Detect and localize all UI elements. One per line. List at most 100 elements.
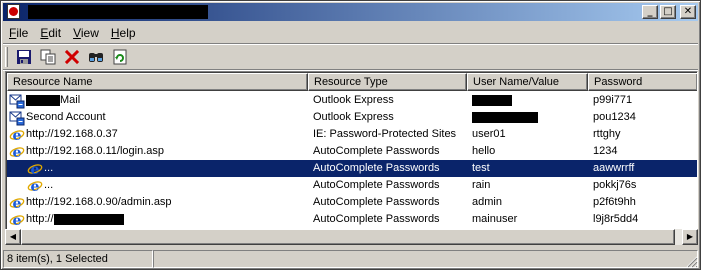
ie-icon: e	[9, 127, 25, 143]
cell-user-name	[466, 92, 587, 109]
resource-name-text: http://	[26, 213, 54, 225]
table-row[interactable]: e http://192.168.0.11/login.asp AutoComple…	[7, 143, 697, 160]
resource-name-text: ...	[44, 179, 54, 191]
cell-resource-name: Second Account	[7, 109, 307, 126]
cell-resource-type: AutoComplete Passwords	[313, 145, 440, 157]
save-button[interactable]	[13, 46, 35, 68]
user-name-text: rain	[472, 179, 491, 191]
column-header-resource-type[interactable]: Resource Type	[308, 73, 467, 91]
title-bar[interactable]: _ □ ✕	[3, 3, 698, 21]
resource-name-text: http://192.168.0.90/admin.asp	[26, 196, 172, 208]
table-row[interactable]: e http://192.168.0.90/admin.asp AutoComple…	[7, 194, 697, 211]
table-row[interactable]: e http://192.168.0.37 IE: Password-Protect…	[7, 126, 697, 143]
cell-user-name: admin	[466, 194, 587, 211]
menu-edit-label: dit	[48, 26, 62, 40]
toolbar	[5, 45, 131, 69]
resize-grip-icon[interactable]	[686, 256, 698, 268]
column-header-user-name[interactable]: User Name/Value	[467, 73, 588, 91]
menu-help-label: elp	[119, 26, 136, 40]
cell-password: pou1234	[593, 111, 636, 123]
user-name-text: mainuser	[472, 213, 518, 225]
cell-password: l9j8r5dd4	[593, 213, 639, 225]
table-row[interactable]: Second Account Outlook Express pou1234	[7, 109, 697, 126]
app-icon[interactable]	[6, 4, 22, 20]
toolbar-grip[interactable]	[5, 47, 8, 67]
cell-resource-name: e http://192.168.0.11/login.asp	[7, 143, 307, 160]
cell-resource-name: e http://	[7, 211, 307, 228]
password-list[interactable]: Resource Name Resource Type User Name/Va…	[5, 71, 698, 245]
menu-bar: File Edit View Help	[3, 23, 142, 43]
list-header: Resource Name Resource Type User Name/Va…	[7, 73, 697, 91]
ie-icon: e	[9, 144, 25, 160]
user-name-text: admin	[472, 196, 502, 208]
resource-name-text: http://192.168.0.11/login.asp	[26, 145, 165, 157]
svg-text:e: e	[13, 128, 22, 143]
resource-name-text: Second Account	[26, 111, 106, 123]
scroll-track[interactable]	[21, 229, 682, 245]
menu-edit[interactable]: Edit	[34, 26, 67, 40]
cell-resource-name: e http://192.168.0.90/admin.asp	[7, 194, 307, 211]
cell-user-name	[466, 109, 587, 126]
minimize-button[interactable]: _	[642, 5, 658, 19]
cell-password: pokkj76s	[593, 179, 637, 191]
cell-password: p2f6t9hh	[593, 196, 636, 208]
scroll-right-button[interactable]: ▶	[682, 229, 698, 245]
cell-password: 1234	[593, 145, 618, 157]
status-text: 8 item(s), 1 Selected	[3, 250, 153, 268]
refresh-icon	[113, 49, 127, 65]
cell-user-name: hello	[466, 143, 587, 160]
table-row[interactable]: e... AutoComplete Passwords test aawwrrff	[7, 160, 697, 177]
save-icon	[17, 50, 31, 64]
user-name-text: hello	[472, 145, 496, 157]
cell-user-name: rain	[466, 177, 587, 194]
cell-resource-type: AutoComplete Passwords	[313, 179, 440, 191]
delete-button[interactable]	[61, 46, 83, 68]
cell-resource-name: e...	[7, 177, 307, 194]
close-button[interactable]: ✕	[680, 5, 696, 19]
ie-icon: e	[27, 161, 43, 177]
scroll-left-button[interactable]: ◀	[5, 229, 21, 245]
status-pane-empty	[153, 250, 698, 268]
menu-view[interactable]: View	[67, 26, 105, 40]
main-window: _ □ ✕ File Edit View Help Resource Name …	[0, 0, 701, 270]
ie-icon: e	[9, 212, 25, 228]
scroll-thumb[interactable]	[21, 229, 675, 245]
find-button[interactable]	[85, 46, 107, 68]
table-row[interactable]: Mail Outlook Express p99i771	[7, 92, 697, 109]
cell-user-name: test	[466, 160, 587, 177]
cell-resource-type: AutoComplete Passwords	[313, 162, 440, 174]
cell-resource-type: AutoComplete Passwords	[313, 196, 440, 208]
menu-help[interactable]: Help	[105, 26, 142, 40]
cell-resource-type: Outlook Express	[313, 94, 394, 106]
cell-password: rttghy	[593, 128, 621, 140]
ie-icon: e	[27, 178, 43, 194]
delete-icon	[64, 49, 80, 65]
user-name-text: user01	[472, 128, 506, 140]
column-header-resource-name[interactable]: Resource Name	[7, 73, 308, 91]
horizontal-scrollbar[interactable]: ◀ ▶	[5, 229, 698, 245]
svg-text:e: e	[31, 179, 40, 194]
column-header-password[interactable]: Password	[588, 73, 697, 91]
resource-name-text: Mail	[60, 94, 81, 106]
svg-text:e: e	[13, 145, 22, 160]
menu-file[interactable]: File	[3, 26, 34, 40]
cell-password: p99i771	[593, 94, 633, 106]
refresh-button[interactable]	[109, 46, 131, 68]
copy-button[interactable]	[37, 46, 59, 68]
menu-help-accel: H	[110, 26, 120, 40]
list-rows: Mail Outlook Express p99i771 Second Account…	[7, 92, 697, 228]
menu-file-label: ile	[16, 26, 29, 40]
cell-resource-name: Mail	[7, 92, 307, 109]
table-row[interactable]: e... AutoComplete Passwords rain pokkj76s	[7, 177, 697, 194]
table-row[interactable]: e http:// AutoComplete Passwords mainuser l9…	[7, 211, 697, 228]
cell-resource-type: Outlook Express	[313, 111, 394, 123]
outlook-icon	[9, 110, 25, 126]
title-redaction	[28, 5, 208, 19]
cell-resource-type: AutoComplete Passwords	[313, 213, 440, 225]
ie-icon: e	[9, 195, 25, 211]
redacted-text	[26, 95, 60, 106]
cell-resource-name: e...	[7, 160, 307, 177]
maximize-button[interactable]: □	[660, 5, 676, 19]
outlook-icon	[9, 93, 25, 109]
svg-text:e: e	[31, 162, 40, 177]
